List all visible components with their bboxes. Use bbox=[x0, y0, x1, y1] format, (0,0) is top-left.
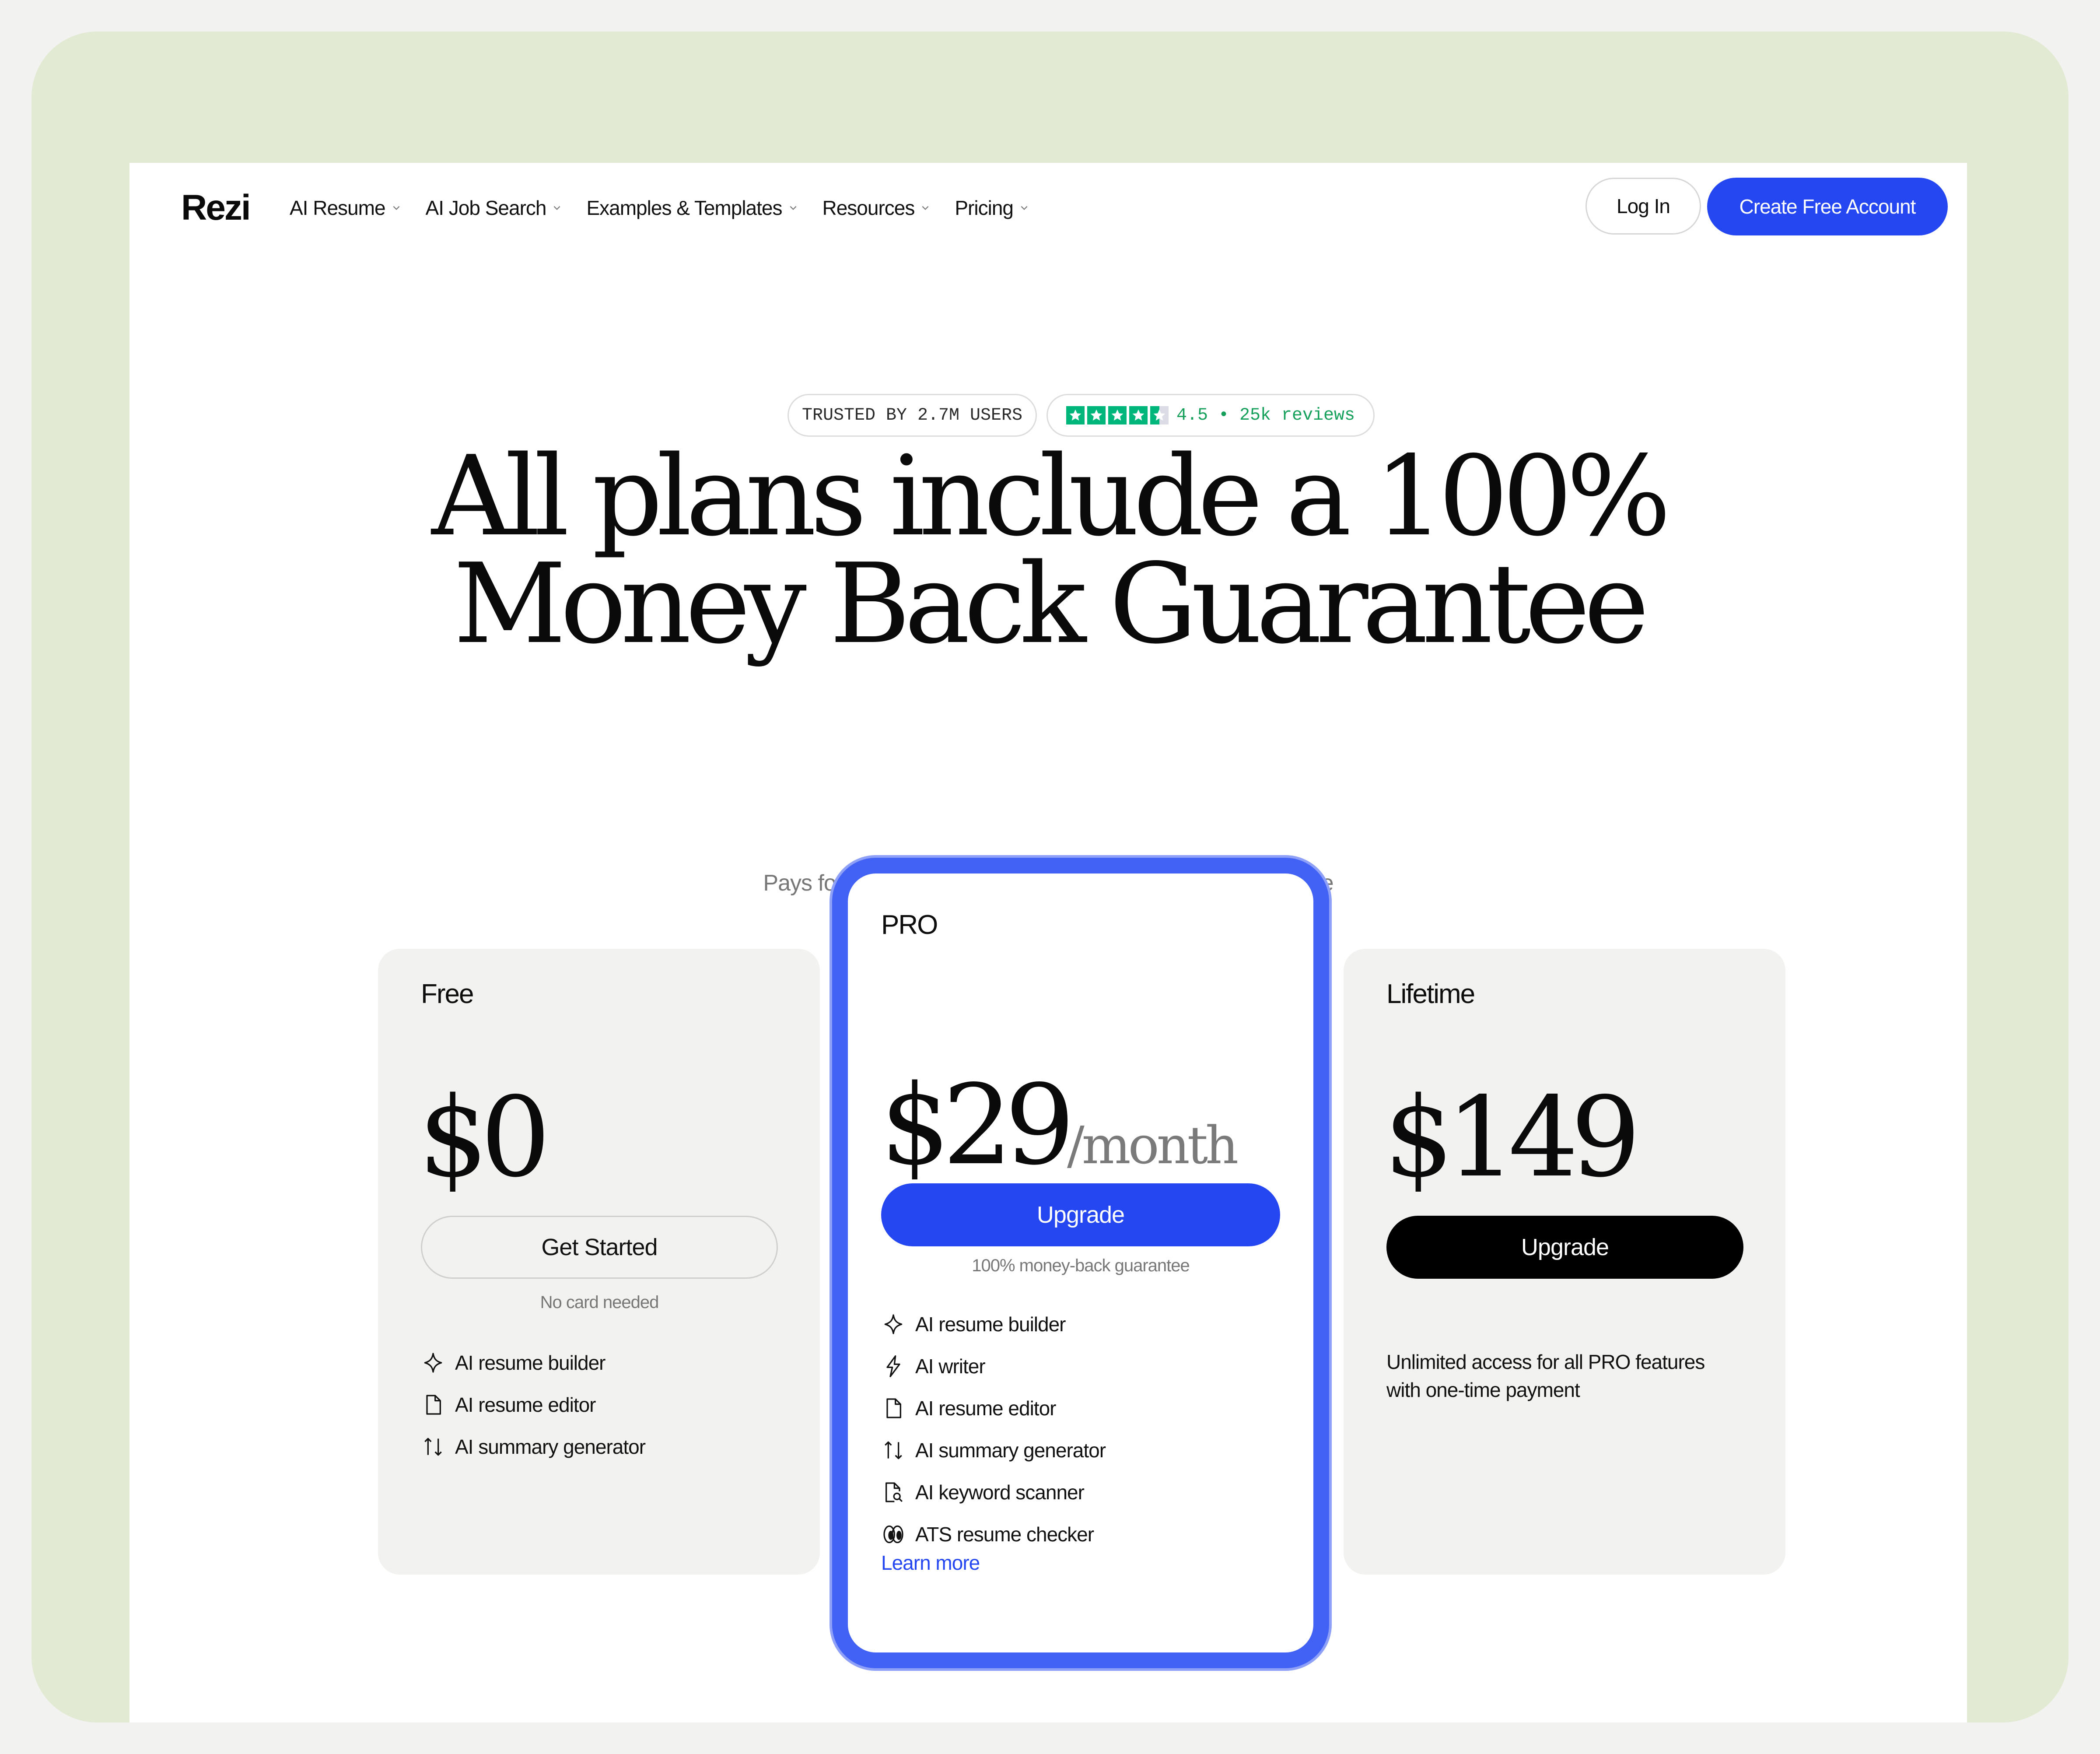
page-frame: Rezi AI Resume AI Job Search Examples & … bbox=[32, 32, 2068, 1722]
sparkle-icon bbox=[884, 1314, 903, 1334]
nav-item-resources[interactable]: Resources bbox=[822, 196, 931, 220]
feature-label: AI resume editor bbox=[915, 1397, 1056, 1420]
star-icon bbox=[1066, 406, 1085, 424]
feature-label: ATS resume checker bbox=[915, 1523, 1094, 1546]
chevron-down-icon bbox=[790, 206, 796, 210]
get-started-button[interactable]: Get Started bbox=[421, 1216, 778, 1279]
guarantee-note: 100% money-back guarantee bbox=[972, 1256, 1190, 1275]
swap-arrows-icon bbox=[424, 1438, 442, 1456]
nav-item-ai-job-search[interactable]: AI Job Search bbox=[426, 196, 562, 220]
chevron-down-icon bbox=[922, 206, 929, 210]
list-item: AI resume builder bbox=[881, 1303, 1106, 1345]
plan-card-free: Free $0 Get Started No card needed AI re… bbox=[378, 949, 820, 1575]
price-period: /month bbox=[1067, 1115, 1239, 1175]
feature-label: AI resume builder bbox=[455, 1351, 606, 1374]
upgrade-lifetime-button[interactable]: Upgrade bbox=[1386, 1216, 1743, 1279]
plan-card-lifetime: Lifetime $149 Upgrade Unlimited access f… bbox=[1344, 949, 1785, 1575]
rating-badge[interactable]: 4.5 • 25k reviews bbox=[1046, 394, 1375, 437]
nav-label: Pricing bbox=[955, 196, 1014, 219]
star-rating bbox=[1066, 406, 1169, 424]
list-item: AI summary generator bbox=[421, 1426, 646, 1468]
feature-label: AI resume builder bbox=[915, 1313, 1066, 1336]
page-title: All plans include a 100% Money Back Guar… bbox=[130, 442, 1967, 660]
star-icon bbox=[1087, 406, 1106, 424]
half-star-icon bbox=[1150, 406, 1169, 424]
nav-label: Examples & Templates bbox=[586, 196, 782, 219]
feature-label: AI keyword scanner bbox=[915, 1481, 1085, 1504]
sparkle-icon bbox=[424, 1353, 442, 1373]
feature-list: AI resume builder AI writer AI resume ed… bbox=[881, 1303, 1106, 1555]
list-item: ATS resume checker bbox=[881, 1513, 1106, 1555]
list-item: AI resume builder bbox=[421, 1342, 645, 1384]
feature-label: AI summary generator bbox=[915, 1439, 1106, 1462]
plan-name: Free bbox=[421, 979, 474, 1009]
feature-list: AI resume builder AI resume editor AI su… bbox=[421, 1342, 646, 1468]
plan-price: $149 bbox=[1384, 1073, 1641, 1202]
lifetime-description: Unlimited access for all PRO features wi… bbox=[1386, 1351, 1705, 1401]
create-free-account-button[interactable]: Create Free Account bbox=[1707, 178, 1948, 235]
nav-item-ai-resume[interactable]: AI Resume bbox=[290, 196, 401, 220]
chevron-down-icon bbox=[1021, 206, 1028, 210]
nav-label: Resources bbox=[822, 196, 915, 219]
plan-name: Lifetime bbox=[1386, 979, 1475, 1009]
star-icon bbox=[1129, 406, 1148, 424]
list-item: AI keyword scanner bbox=[881, 1471, 1106, 1513]
website-page: Rezi AI Resume AI Job Search Examples & … bbox=[130, 163, 1967, 1722]
price-amount: $29 bbox=[880, 1061, 1075, 1189]
document-icon bbox=[886, 1398, 901, 1418]
chevron-down-icon bbox=[393, 206, 399, 210]
feature-label: AI summary generator bbox=[455, 1435, 646, 1458]
log-in-button[interactable]: Log In bbox=[1586, 178, 1701, 235]
rating-text: 4.5 • 25k reviews bbox=[1176, 405, 1355, 425]
nav-label: AI Resume bbox=[290, 196, 386, 219]
title-line-2: Money Back Guarantee bbox=[453, 540, 1649, 668]
eyes-icon bbox=[883, 1525, 903, 1544]
chevron-down-icon bbox=[554, 206, 560, 210]
no-card-note: No card needed bbox=[540, 1293, 659, 1312]
document-icon bbox=[426, 1395, 441, 1415]
feature-label: AI resume editor bbox=[455, 1393, 596, 1416]
main-nav: AI Resume AI Job Search Examples & Templ… bbox=[290, 196, 1029, 220]
feature-label: AI writer bbox=[915, 1355, 986, 1378]
plan-name: PRO bbox=[881, 910, 938, 940]
plan-price: $0 bbox=[418, 1073, 551, 1202]
list-item: AI resume editor bbox=[421, 1384, 645, 1426]
trusted-badge: TRUSTED BY 2.7M USERS bbox=[788, 394, 1037, 437]
rezi-logo[interactable]: Rezi bbox=[181, 187, 251, 228]
list-item: AI writer bbox=[881, 1345, 1106, 1387]
nav-item-examples-templates[interactable]: Examples & Templates bbox=[586, 196, 798, 220]
list-item: AI summary generator bbox=[881, 1429, 1106, 1471]
learn-more-link[interactable]: Learn more bbox=[881, 1551, 980, 1575]
plan-card-pro: PRO $29/month Upgrade 100% money-back gu… bbox=[832, 858, 1329, 1668]
lightning-icon bbox=[886, 1355, 900, 1377]
swap-arrows-icon bbox=[885, 1441, 902, 1459]
plan-price: $29/month bbox=[880, 1070, 1239, 1181]
nav-label: AI Job Search bbox=[425, 196, 547, 219]
nav-item-pricing[interactable]: Pricing bbox=[955, 196, 1029, 220]
star-icon bbox=[1108, 406, 1127, 424]
list-item: AI resume editor bbox=[881, 1387, 1106, 1429]
upgrade-pro-button[interactable]: Upgrade bbox=[881, 1183, 1280, 1246]
document-search-icon bbox=[886, 1482, 903, 1502]
